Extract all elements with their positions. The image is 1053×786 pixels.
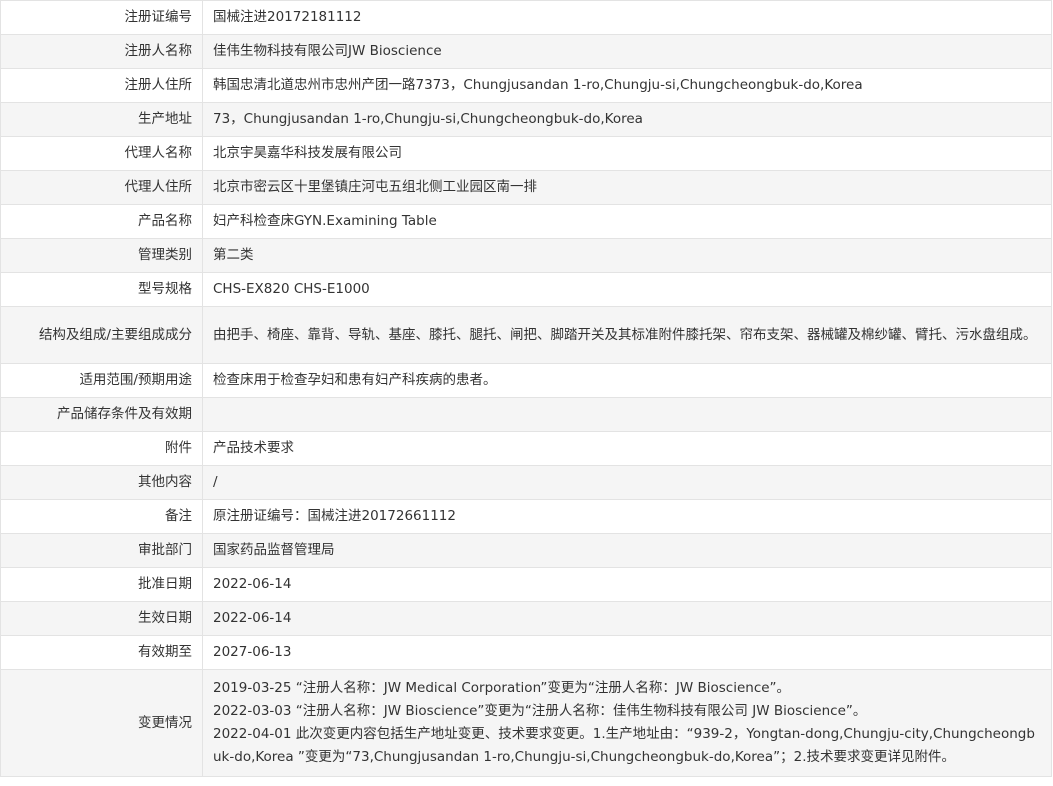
row-label-approval-date: 批准日期 — [0, 567, 203, 602]
table-row: 生产地址 73，Chungjusandan 1-ro,Chungju-si,Ch… — [0, 102, 1052, 137]
table-row: 产品名称 妇产科检查床GYN.Examining Table — [0, 204, 1052, 239]
row-value-registrant-address: 韩国忠清北道忠州市忠州产团一路7373，Chungjusandan 1-ro,C… — [202, 68, 1052, 103]
table-row: 有效期至 2027-06-13 — [0, 635, 1052, 670]
registration-detail-table: 注册证编号 国械注进20172181112 注册人名称 佳伟生物科技有限公司JW… — [0, 0, 1052, 777]
row-label-effective-date: 生效日期 — [0, 601, 203, 636]
row-value-storage-conditions — [202, 397, 1052, 432]
row-value-intended-use: 检查床用于检查孕妇和患有妇产科疾病的患者。 — [202, 363, 1052, 398]
row-label-remarks: 备注 — [0, 499, 203, 534]
row-label-product-name: 产品名称 — [0, 204, 203, 239]
table-row: 变更情况 2019-03-25 “注册人名称：JW Medical Corpor… — [0, 669, 1052, 777]
table-row: 注册证编号 国械注进20172181112 — [0, 0, 1052, 35]
row-label-structure-composition: 结构及组成/主要组成成分 — [0, 306, 203, 364]
row-label-agent-address: 代理人住所 — [0, 170, 203, 205]
row-value-effective-date: 2022-06-14 — [202, 601, 1052, 636]
row-value-structure-composition: 由把手、椅座、靠背、导轨、基座、膝托、腿托、闸把、脚踏开关及其标准附件膝托架、帘… — [202, 306, 1052, 364]
table-row: 备注 原注册证编号：国械注进20172661112 — [0, 499, 1052, 534]
row-label-attachment: 附件 — [0, 431, 203, 466]
table-row: 管理类别 第二类 — [0, 238, 1052, 273]
row-label-production-address: 生产地址 — [0, 102, 203, 137]
row-label-registrant-address: 注册人住所 — [0, 68, 203, 103]
row-label-storage-conditions: 产品储存条件及有效期 — [0, 397, 203, 432]
row-label-other-content: 其他内容 — [0, 465, 203, 500]
table-row: 附件 产品技术要求 — [0, 431, 1052, 466]
row-label-registration-number: 注册证编号 — [0, 0, 203, 35]
row-value-agent-address: 北京市密云区十里堡镇庄河屯五组北侧工业园区南一排 — [202, 170, 1052, 205]
row-value-management-category: 第二类 — [202, 238, 1052, 273]
row-label-change-history: 变更情况 — [0, 669, 203, 777]
table-row: 代理人住所 北京市密云区十里堡镇庄河屯五组北侧工业园区南一排 — [0, 170, 1052, 205]
row-value-model-spec: CHS-EX820 CHS-E1000 — [202, 272, 1052, 307]
row-value-attachment: 产品技术要求 — [202, 431, 1052, 466]
row-value-agent-name: 北京宇昊嘉华科技发展有限公司 — [202, 136, 1052, 171]
row-label-registrant-name: 注册人名称 — [0, 34, 203, 69]
table-row: 批准日期 2022-06-14 — [0, 567, 1052, 602]
table-row: 审批部门 国家药品监督管理局 — [0, 533, 1052, 568]
table-row: 注册人住所 韩国忠清北道忠州市忠州产团一路7373，Chungjusandan … — [0, 68, 1052, 103]
change-entry: 2022-04-01 此次变更内容包括生产地址变更、技术要求变更。1.生产地址由… — [213, 726, 1035, 765]
table-row: 型号规格 CHS-EX820 CHS-E1000 — [0, 272, 1052, 307]
row-value-approval-department: 国家药品监督管理局 — [202, 533, 1052, 568]
row-value-change-history: 2019-03-25 “注册人名称：JW Medical Corporation… — [202, 669, 1052, 777]
row-value-other-content: / — [202, 465, 1052, 500]
table-row: 注册人名称 佳伟生物科技有限公司JW Bioscience — [0, 34, 1052, 69]
row-value-product-name: 妇产科检查床GYN.Examining Table — [202, 204, 1052, 239]
row-label-approval-department: 审批部门 — [0, 533, 203, 568]
table-row: 生效日期 2022-06-14 — [0, 601, 1052, 636]
row-value-valid-until: 2027-06-13 — [202, 635, 1052, 670]
table-row: 适用范围/预期用途 检查床用于检查孕妇和患有妇产科疾病的患者。 — [0, 363, 1052, 398]
change-entry: 2022-03-03 “注册人名称：JW Bioscience”变更为“注册人名… — [213, 703, 867, 719]
row-label-management-category: 管理类别 — [0, 238, 203, 273]
row-label-model-spec: 型号规格 — [0, 272, 203, 307]
row-value-approval-date: 2022-06-14 — [202, 567, 1052, 602]
row-value-registrant-name: 佳伟生物科技有限公司JW Bioscience — [202, 34, 1052, 69]
row-value-remarks: 原注册证编号：国械注进20172661112 — [202, 499, 1052, 534]
table-row: 产品储存条件及有效期 — [0, 397, 1052, 432]
row-label-intended-use: 适用范围/预期用途 — [0, 363, 203, 398]
row-value-production-address: 73，Chungjusandan 1-ro,Chungju-si,Chungch… — [202, 102, 1052, 137]
row-value-registration-number: 国械注进20172181112 — [202, 0, 1052, 35]
change-entry: 2019-03-25 “注册人名称：JW Medical Corporation… — [213, 680, 791, 696]
table-row: 其他内容 / — [0, 465, 1052, 500]
row-label-agent-name: 代理人名称 — [0, 136, 203, 171]
table-row: 结构及组成/主要组成成分 由把手、椅座、靠背、导轨、基座、膝托、腿托、闸把、脚踏… — [0, 306, 1052, 364]
row-label-valid-until: 有效期至 — [0, 635, 203, 670]
table-row: 代理人名称 北京宇昊嘉华科技发展有限公司 — [0, 136, 1052, 171]
